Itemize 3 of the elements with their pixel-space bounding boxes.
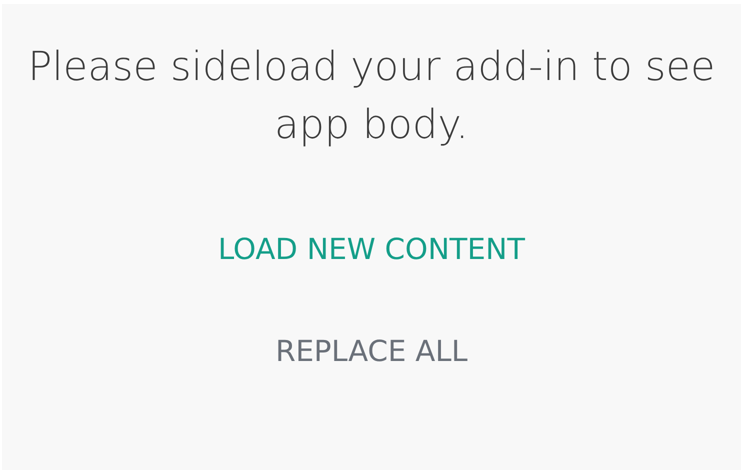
message-text: Please sideload your add-in to see app body. (26, 43, 716, 150)
replace-button[interactable]: REPLACE ALL (267, 330, 476, 372)
load-content-button[interactable]: LOAD NEW CONTENT (210, 228, 533, 270)
